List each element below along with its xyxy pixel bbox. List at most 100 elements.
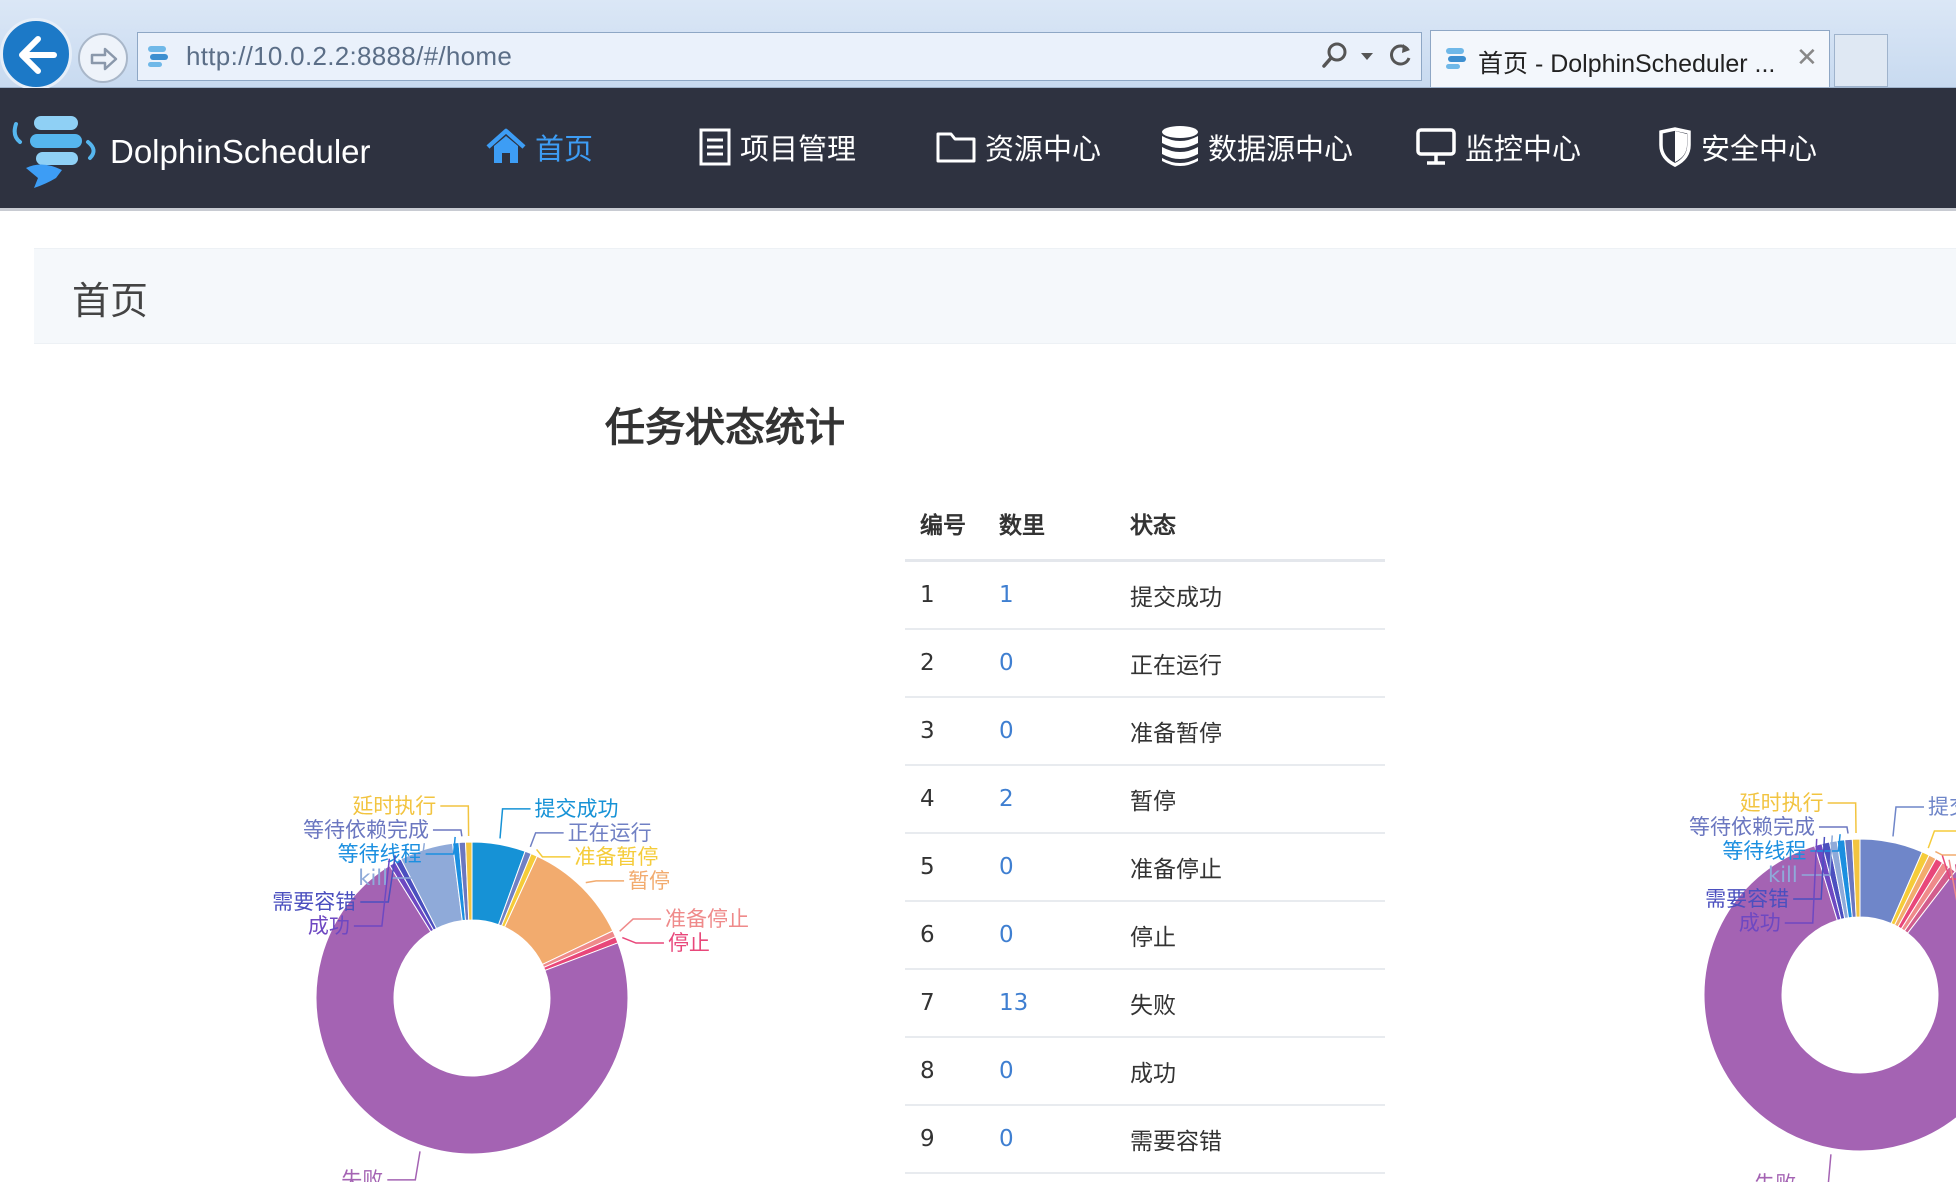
cell-id: 5 (905, 833, 984, 902)
section-title: 任务状态统计 (605, 404, 845, 451)
nav-item-projects[interactable]: 项目管理 (698, 122, 856, 172)
chart-slice-label: 等待线程 (338, 842, 422, 866)
cell-count[interactable]: 1 (984, 560, 1115, 630)
table-row: 7 13 失败 (905, 969, 1385, 1038)
label-leader-line (1935, 850, 1956, 856)
nav-item-label: 数据源中心 (1208, 132, 1354, 166)
label-leader-line (432, 829, 463, 837)
label-leader-line (622, 936, 664, 944)
label-leader-line (619, 918, 662, 932)
label-leader-line (1827, 802, 1857, 834)
database-icon (1162, 126, 1198, 166)
tab-favicon-icon (1446, 48, 1466, 69)
url-text[interactable]: http://10.0.2.2:8888/#/home (186, 41, 512, 72)
chart-slice-label: 正在运行 (568, 821, 652, 845)
arrow-right-icon (90, 47, 118, 71)
cell-status: 停止 (1115, 901, 1385, 970)
cell-count[interactable]: 0 (984, 833, 1115, 902)
chart-slice-label: 成功 (308, 914, 350, 938)
task-status-table: 编号 数里 状态 1 1 提交成功 2 0 正在运行 3 0 准备暂停 4 2 暂停 5 0 准备停止 6 0 停… (905, 487, 1385, 1174)
chart-slice-label: 失败 (341, 1168, 383, 1182)
nav-item-label: 资源中心 (985, 132, 1102, 166)
label-leader-line (440, 805, 470, 837)
table-row: 1 1 提交成功 (905, 560, 1385, 630)
cell-count[interactable]: 0 (984, 629, 1115, 698)
arrow-left-icon (19, 36, 57, 74)
cell-status: 成功 (1115, 1037, 1385, 1106)
forward-button[interactable] (78, 33, 128, 83)
cell-count[interactable]: 0 (984, 1105, 1115, 1174)
cell-id: 8 (905, 1037, 984, 1106)
label-leader-line (535, 848, 571, 858)
tab-close-icon[interactable]: ✕ (1796, 42, 1818, 73)
nav-item-datasource[interactable]: 数据源中心 (1160, 122, 1353, 172)
cell-id: 3 (905, 697, 984, 766)
donut-chart-svg: 提交成功正在运行准备暂停暂停准备停止停止延时执行等待依赖完成等待线程kill需要… (1689, 791, 1956, 1182)
column-header-id: 编号 (905, 487, 984, 562)
cell-status: 需要容错 (1115, 1105, 1385, 1174)
cell-count[interactable]: 2 (984, 765, 1115, 834)
process-status-donut-chart: 提交成功正在运行准备暂停暂停准备停止停止延时执行等待依赖完成等待线程kill需要… (1560, 740, 1956, 1182)
refresh-icon[interactable] (1386, 40, 1414, 70)
cell-count[interactable]: 0 (984, 697, 1115, 766)
back-button[interactable] (0, 18, 72, 90)
column-header-status: 状态 (1115, 487, 1385, 562)
nav-item-resources[interactable]: 资源中心 (935, 122, 1101, 172)
new-tab-button[interactable] (1834, 34, 1888, 87)
breadcrumb (34, 248, 1956, 344)
app-logo-text[interactable]: DolphinScheduler (110, 133, 371, 171)
chart-slice-label: kill (358, 866, 388, 890)
cell-status: 准备停止 (1115, 833, 1385, 902)
table-header-row: 编号 数里 状态 (905, 487, 1385, 562)
cell-id: 7 (905, 969, 984, 1038)
cell-id: 1 (905, 560, 984, 630)
nav-item-label: 监控中心 (1465, 132, 1582, 166)
chart-slice-label: 需要容错 (272, 890, 356, 914)
table-row: 2 0 正在运行 (905, 629, 1385, 698)
chart-slice-label: 等待线程 (1722, 839, 1806, 863)
shield-icon (1659, 127, 1691, 167)
label-leader-line (1892, 806, 1924, 837)
task-status-donut-chart: 提交成功 正在运行 准备暂停 暂停 准备停止 停止 延时执行 等待依赖完成 等待线程 kill 需要… (0, 740, 860, 1182)
chart-slice-label: 失败 (1754, 1172, 1796, 1182)
chart-slice-label: 等待依赖完成 (1689, 815, 1815, 839)
chart-slice-label: 提交成功 (1928, 795, 1956, 819)
search-icon[interactable] (1320, 40, 1350, 70)
nav-item-label: 安全中心 (1701, 132, 1818, 166)
dropdown-arrow-icon[interactable] (1358, 40, 1376, 70)
cell-status: 暂停 (1115, 765, 1385, 834)
cell-count[interactable]: 0 (984, 1037, 1115, 1106)
nav-item-label: 项目管理 (740, 132, 857, 166)
column-header-count: 数里 (984, 487, 1115, 562)
nav-item-home[interactable]: 首页 (485, 122, 593, 172)
label-leader-line (1818, 826, 1849, 834)
folder-icon (936, 132, 976, 163)
table-row: 4 2 暂停 (905, 765, 1385, 834)
chart-slice-label: 停止 (668, 931, 710, 955)
site-favicon-icon (148, 46, 168, 67)
document-icon (699, 128, 731, 166)
cell-status: 准备暂停 (1115, 697, 1385, 766)
cell-status: 正在运行 (1115, 629, 1385, 698)
home-icon (486, 128, 526, 163)
cell-count[interactable]: 13 (984, 969, 1115, 1038)
table-row: 6 0 停止 (905, 901, 1385, 970)
dolphinscheduler-logo-icon[interactable] (12, 112, 104, 190)
cell-id: 2 (905, 629, 984, 698)
chart-slice-label: 准备暂停 (574, 845, 658, 869)
chart-slice-label: kill (1768, 863, 1798, 887)
nav-item-security[interactable]: 安全中心 (1657, 122, 1817, 172)
chart-slice-label: 成功 (1739, 911, 1781, 935)
monitor-icon (1416, 128, 1456, 165)
donut-chart-svg: 提交成功正在运行准备暂停暂停准备停止停止延时执行等待依赖完成等待线程kill需要… (272, 794, 749, 1182)
label-leader-line (499, 808, 531, 839)
nav-item-monitor[interactable]: 监控中心 (1415, 122, 1581, 172)
cell-status: 提交成功 (1115, 560, 1385, 630)
cell-status: 失败 (1115, 969, 1385, 1038)
label-leader-line (1827, 1154, 1832, 1182)
table-row: 3 0 准备暂停 (905, 697, 1385, 766)
chart-slice-label: 延时执行 (352, 794, 436, 818)
cell-count[interactable]: 0 (984, 901, 1115, 970)
table-row: 5 0 准备停止 (905, 833, 1385, 902)
table-row: 8 0 成功 (905, 1037, 1385, 1106)
